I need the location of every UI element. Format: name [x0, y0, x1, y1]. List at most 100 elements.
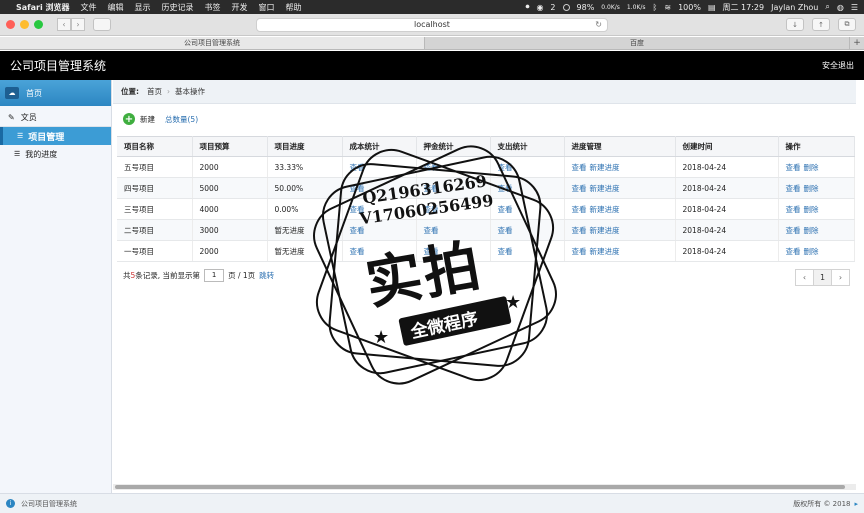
wechat-icon[interactable]: ◉ — [536, 3, 543, 12]
delete-link[interactable]: 删除 — [804, 247, 819, 256]
page-1-button[interactable]: 1 — [813, 269, 832, 286]
view-progress-link[interactable]: 查看 — [572, 163, 587, 172]
view-cost-link[interactable]: 查看 — [350, 163, 365, 172]
status-ring-icon[interactable] — [562, 3, 570, 11]
view-deposit-link[interactable]: 查看 — [424, 163, 439, 172]
add-label: 新建 — [140, 114, 155, 124]
new-tab-icon[interactable]: + — [850, 37, 864, 49]
scrollbar-thumb[interactable] — [115, 485, 845, 489]
new-progress-link[interactable]: 新建进度 — [590, 184, 620, 193]
cell-budget: 2000 — [192, 156, 268, 178]
col-expense: 支出统计 — [490, 136, 565, 157]
net-up: 0.0K/s — [601, 3, 620, 11]
delete-link[interactable]: 删除 — [804, 184, 819, 193]
cloud-icon: ☁ — [5, 87, 19, 99]
tabs-overview-icon[interactable]: ⧉ — [838, 18, 856, 31]
back-icon[interactable]: ‹ — [57, 18, 71, 31]
cell-name: 二号项目 — [117, 219, 193, 241]
breadcrumb-current: 基本操作 — [175, 87, 205, 96]
view-progress-link[interactable]: 查看 — [572, 226, 587, 235]
zoom-window-button[interactable] — [34, 20, 43, 29]
toolbar-right: ↓ ↑ ⧉ — [786, 18, 856, 31]
footer-arrow-icon[interactable]: ▸ — [854, 500, 858, 508]
view-progress-link[interactable]: 查看 — [572, 247, 587, 256]
forward-icon[interactable]: › — [71, 18, 85, 31]
menu-bookmarks[interactable]: 书签 — [205, 2, 221, 13]
list-icon: ☰ — [17, 132, 24, 140]
col-deposit: 押金统计 — [416, 136, 491, 157]
new-progress-link[interactable]: 新建进度 — [590, 247, 620, 256]
siri-icon[interactable]: ◍ — [837, 3, 844, 12]
view-link[interactable]: 查看 — [786, 205, 801, 214]
new-progress-link[interactable]: 新建进度 — [590, 226, 620, 235]
view-cost-link[interactable]: 查看 — [350, 205, 365, 214]
next-page-icon[interactable]: › — [831, 269, 850, 286]
reload-icon[interactable]: ↻ — [595, 20, 602, 29]
notification-count[interactable]: 2 — [550, 3, 555, 12]
spotlight-icon[interactable]: ⌕ — [825, 2, 829, 12]
sidebar-toggle-icon[interactable] — [93, 18, 111, 31]
cell-progress: 暂无进度 — [267, 240, 343, 262]
new-progress-link[interactable]: 新建进度 — [590, 163, 620, 172]
view-deposit-link[interactable]: 查看 — [424, 205, 439, 214]
menu-history[interactable]: 历史记录 — [162, 2, 194, 13]
delete-link[interactable]: 删除 — [804, 226, 819, 235]
sidebar-group-clerk[interactable]: ✎ 文员 — [0, 109, 111, 127]
sidebar-home[interactable]: ☁ 首页 — [0, 80, 111, 106]
view-link[interactable]: 查看 — [786, 184, 801, 193]
menu-develop[interactable]: 开发 — [232, 2, 248, 13]
horizontal-scrollbar[interactable] — [113, 484, 856, 490]
view-cost-link[interactable]: 查看 — [350, 247, 365, 256]
prev-page-icon[interactable]: ‹ — [795, 269, 814, 286]
view-cost-link[interactable]: 查看 — [350, 226, 365, 235]
view-expense-link[interactable]: 查看 — [498, 184, 513, 193]
logout-link[interactable]: 安全退出 — [822, 60, 854, 71]
view-expense-link[interactable]: 查看 — [498, 205, 513, 214]
page-number-input[interactable]: 1 — [204, 269, 225, 282]
view-expense-link[interactable]: 查看 — [498, 226, 513, 235]
share-icon[interactable]: ↑ — [812, 18, 830, 31]
menu-list-icon[interactable]: ☰ — [851, 3, 858, 12]
menu-app[interactable]: Safari 浏览器 — [16, 2, 70, 13]
view-link[interactable]: 查看 — [786, 226, 801, 235]
close-window-button[interactable] — [6, 20, 15, 29]
view-deposit-link[interactable]: 查看 — [424, 247, 439, 256]
breadcrumb-home[interactable]: 首页 — [147, 86, 162, 97]
view-expense-link[interactable]: 查看 — [498, 163, 513, 172]
download-icon[interactable]: ↓ — [786, 18, 804, 31]
view-cost-link[interactable]: 查看 — [350, 184, 365, 193]
minimize-window-button[interactable] — [20, 20, 29, 29]
sidebar-item-my-progress[interactable]: ☰ 我的进度 — [0, 145, 111, 163]
user-name[interactable]: Jaylan Zhou — [771, 3, 818, 12]
bluetooth-icon[interactable]: ᛒ — [653, 3, 658, 12]
record-icon[interactable]: ⏺ — [525, 2, 529, 12]
view-progress-link[interactable]: 查看 — [572, 205, 587, 214]
view-progress-link[interactable]: 查看 — [572, 184, 587, 193]
address-bar[interactable]: localhost ↻ — [256, 17, 608, 32]
clock[interactable]: 周二 17:29 — [723, 2, 765, 13]
plus-icon: + — [123, 113, 135, 125]
delete-link[interactable]: 删除 — [804, 205, 819, 214]
menu-window[interactable]: 窗口 — [259, 2, 275, 13]
table-row: 三号项目 4000 0.00% 查看 查看 查看 查看 新建进度 2018-04-… — [117, 198, 855, 220]
add-project-button[interactable]: + 新建 — [123, 113, 155, 125]
sidebar-item-project-management[interactable]: ☰ 项目管理 — [0, 127, 111, 145]
new-progress-link[interactable]: 新建进度 — [590, 205, 620, 214]
view-link[interactable]: 查看 — [786, 247, 801, 256]
view-deposit-link[interactable]: 查看 — [424, 184, 439, 193]
flag-icon[interactable]: ▤ — [708, 3, 716, 12]
tab-baidu[interactable]: 百度 — [425, 37, 850, 49]
cell-progress: 暂无进度 — [267, 219, 343, 241]
jump-link[interactable]: 跳转 — [259, 270, 274, 281]
menu-edit[interactable]: 编辑 — [108, 2, 124, 13]
delete-link[interactable]: 删除 — [804, 163, 819, 172]
menu-help[interactable]: 帮助 — [286, 2, 302, 13]
menu-view[interactable]: 显示 — [135, 2, 151, 13]
tab-project-system[interactable]: 公司项目管理系统 — [0, 37, 425, 49]
menu-file[interactable]: 文件 — [81, 2, 97, 13]
view-deposit-link[interactable]: 查看 — [424, 226, 439, 235]
view-link[interactable]: 查看 — [786, 163, 801, 172]
view-expense-link[interactable]: 查看 — [498, 247, 513, 256]
battery-percent: 100% — [678, 2, 701, 12]
wifi-icon[interactable]: ≋ — [664, 3, 671, 12]
